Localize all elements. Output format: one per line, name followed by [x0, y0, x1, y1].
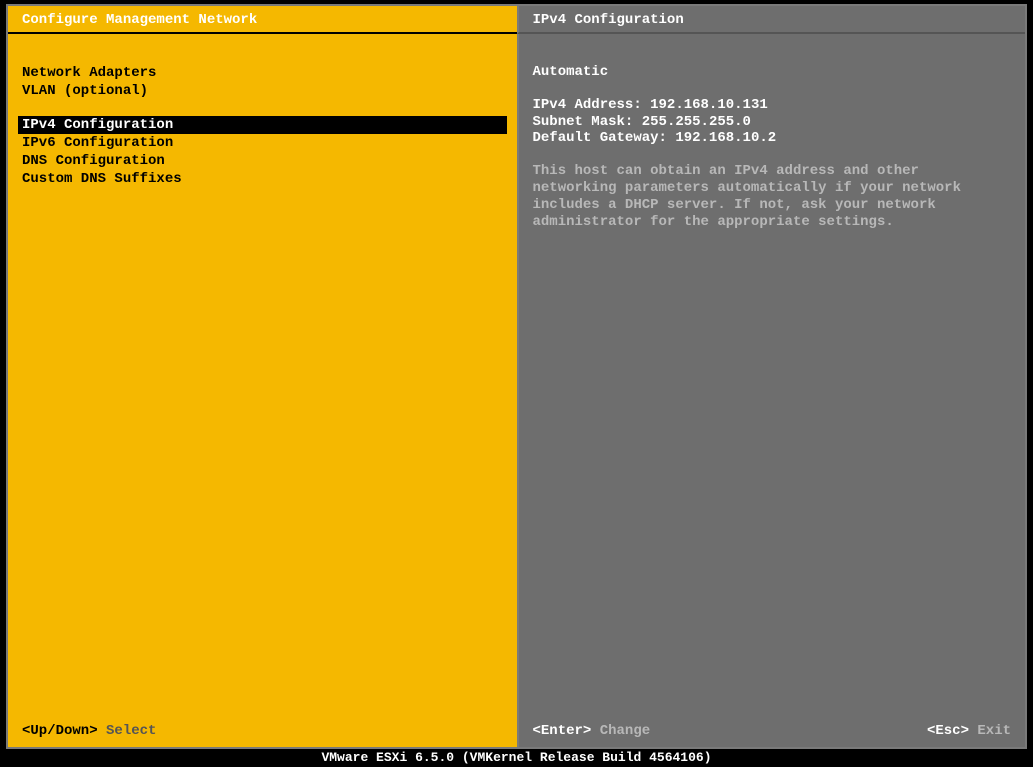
footer-esc-key: <Esc>	[927, 723, 969, 739]
footer-left-key: <Up/Down>	[22, 723, 98, 739]
detail-spacer	[533, 81, 1012, 97]
menu-item-network-adapters[interactable]: Network Adapters	[8, 64, 517, 82]
bottom-status-bar: VMware ESXi 6.5.0 (VMKernel Release Buil…	[0, 749, 1033, 767]
header-right-title: IPv4 Configuration	[517, 6, 1026, 34]
menu-area: Network Adapters VLAN (optional) IPv4 Co…	[8, 34, 517, 715]
body-row: Network Adapters VLAN (optional) IPv4 Co…	[8, 34, 1025, 747]
gateway-label: Default Gateway:	[533, 130, 667, 146]
menu-spacer	[8, 100, 517, 116]
footer-esc-action: Exit	[977, 723, 1011, 739]
ipv4-value: 192.168.10.131	[650, 97, 768, 113]
menu-item-custom-dns-suffixes[interactable]: Custom DNS Suffixes	[8, 170, 517, 188]
ipv4-label: IPv4 Address:	[533, 97, 642, 113]
footer-left-action: Select	[106, 723, 156, 739]
right-panel: Automatic IPv4 Address: 192.168.10.131 S…	[517, 34, 1026, 747]
header-row: Configure Management Network IPv4 Config…	[8, 6, 1025, 34]
menu-item-ipv4-configuration[interactable]: IPv4 Configuration	[18, 116, 507, 134]
header-left-title: Configure Management Network	[8, 6, 517, 34]
detail-gateway: Default Gateway: 192.168.10.2	[533, 130, 1012, 147]
subnet-value: 255.255.255.0	[642, 114, 751, 130]
menu-item-dns-configuration[interactable]: DNS Configuration	[8, 152, 517, 170]
detail-area: Automatic IPv4 Address: 192.168.10.131 S…	[519, 34, 1026, 715]
detail-mode: Automatic	[533, 64, 1012, 81]
menu-item-vlan[interactable]: VLAN (optional)	[8, 82, 517, 100]
footer-right: <Enter> Change <Esc> Exit	[519, 715, 1026, 747]
gateway-value: 192.168.10.2	[675, 130, 776, 146]
menu-item-ipv6-configuration[interactable]: IPv6 Configuration	[8, 134, 517, 152]
footer-left: <Up/Down> Select	[8, 715, 517, 747]
footer-enter-key: <Enter>	[533, 723, 592, 739]
footer-enter-action: Change	[600, 723, 650, 739]
detail-spacer-2	[533, 147, 1012, 163]
main-frame: Configure Management Network IPv4 Config…	[6, 4, 1027, 749]
subnet-label: Subnet Mask:	[533, 114, 634, 130]
footer-right-esc: <Esc> Exit	[927, 723, 1011, 739]
detail-ipv4: IPv4 Address: 192.168.10.131	[533, 97, 1012, 114]
detail-subnet: Subnet Mask: 255.255.255.0	[533, 114, 1012, 131]
detail-help-text: This host can obtain an IPv4 address and…	[533, 163, 1012, 230]
left-panel: Network Adapters VLAN (optional) IPv4 Co…	[8, 34, 517, 747]
footer-right-enter: <Enter> Change	[533, 723, 651, 739]
